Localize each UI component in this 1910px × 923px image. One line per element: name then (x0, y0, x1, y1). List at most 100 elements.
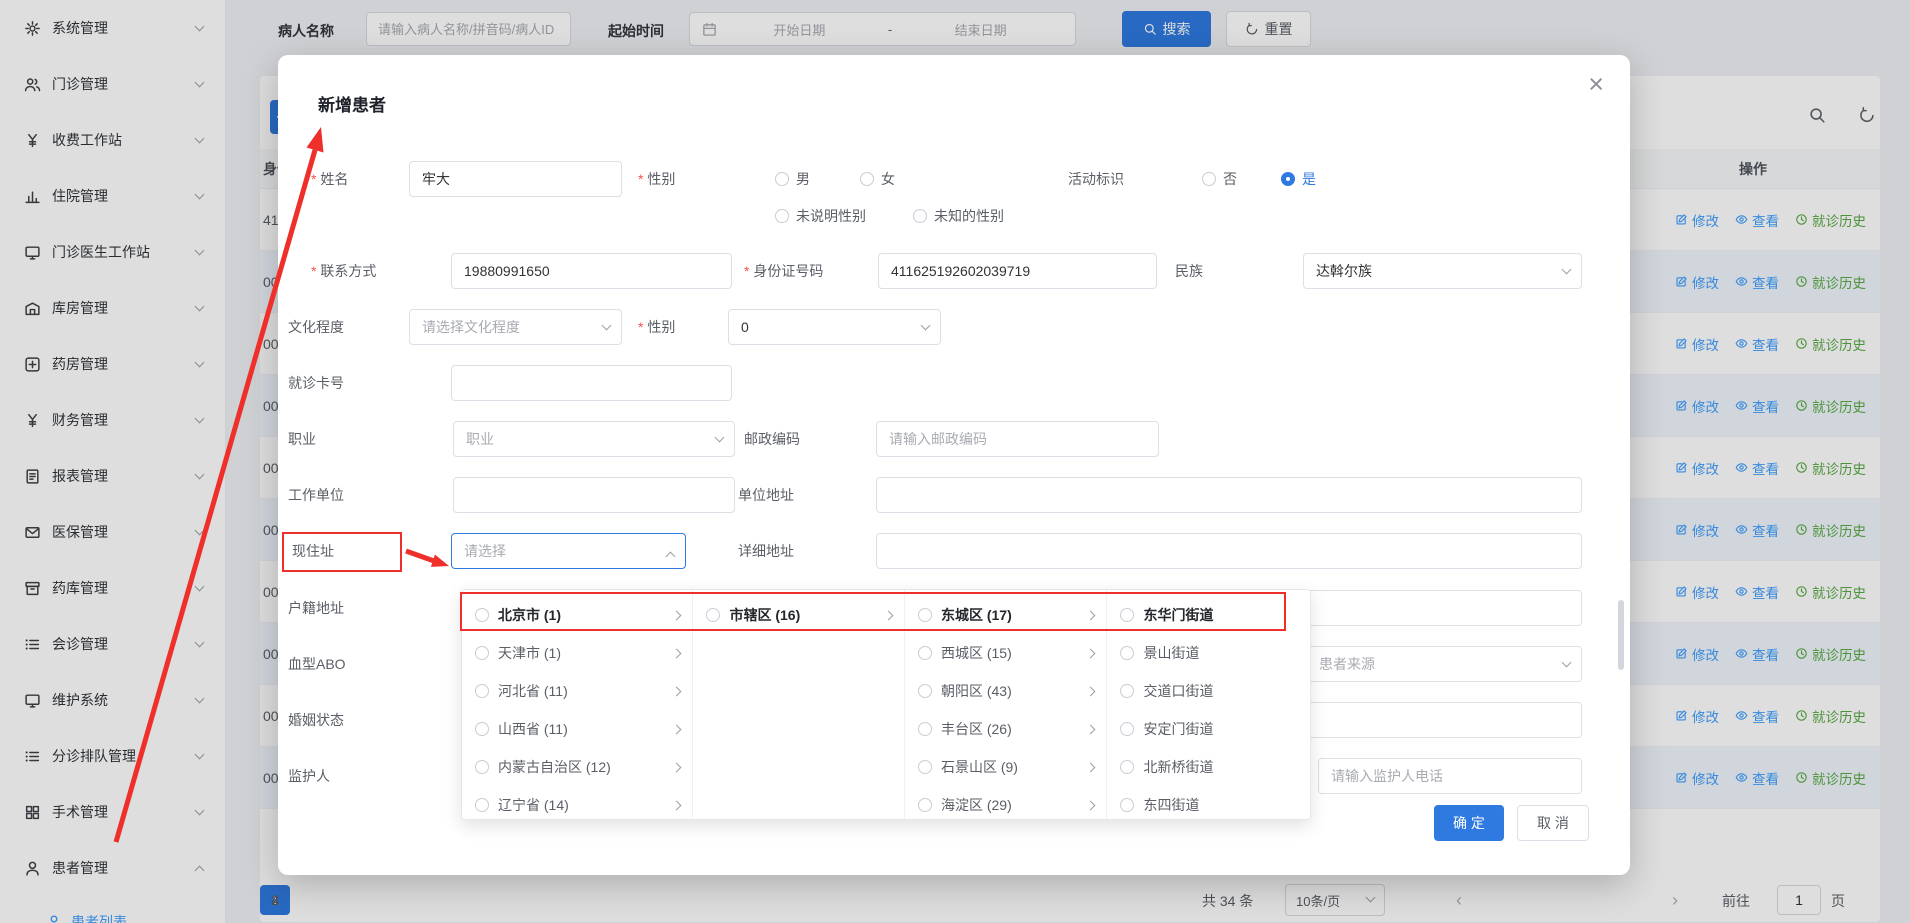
cascader-option-street[interactable]: 东华门街道 (1107, 596, 1310, 634)
radio-icon[interactable] (1120, 608, 1134, 622)
marital-label: 婚姻状态 (288, 710, 344, 730)
cascader-option-street[interactable]: 东四街道 (1107, 786, 1310, 819)
name-input[interactable] (409, 161, 622, 197)
radio-icon[interactable] (918, 722, 932, 736)
radio-icon (860, 172, 874, 186)
active-flag-radio-no[interactable]: 否 (1202, 168, 1237, 190)
chevron-right-icon (884, 610, 894, 620)
radio-icon[interactable] (918, 646, 932, 660)
cascader-city-column: 市辖区 (16) (693, 590, 905, 819)
cascader-option-district[interactable]: 丰台区 (26) (905, 710, 1107, 748)
cascader-option-district[interactable]: 石景山区 (9) (905, 748, 1107, 786)
radio-checked-icon (1281, 172, 1295, 186)
unit-address-input[interactable] (876, 477, 1582, 513)
cascader-option-province[interactable]: 内蒙古自治区 (12) (462, 748, 692, 786)
cascader-option-street[interactable]: 景山街道 (1107, 634, 1310, 672)
cascader-option-street[interactable]: 安定门街道 (1107, 710, 1310, 748)
radio-icon[interactable] (475, 684, 489, 698)
household-address-label: 户籍地址 (288, 598, 344, 618)
current-address-cascader[interactable]: 请选择 (451, 533, 686, 569)
gender-radio-male[interactable]: 男 (775, 168, 810, 190)
confirm-button[interactable]: 确 定 (1434, 805, 1504, 841)
close-icon[interactable]: × (1588, 69, 1604, 99)
gender-radio-unknown[interactable]: 未知的性别 (913, 205, 1004, 227)
modal-title: 新增患者 (318, 91, 386, 116)
chevron-right-icon (1086, 610, 1096, 620)
gender-radio-female[interactable]: 女 (860, 168, 895, 190)
cascader-street-column: 东华门街道 景山街道 交道口街道 安定门街道 (1107, 590, 1310, 819)
current-address-label: 现住址 (292, 541, 334, 561)
card-no-label: 就诊卡号 (288, 373, 344, 393)
chevron-right-icon (1086, 686, 1096, 696)
guardian-phone-input[interactable] (1318, 758, 1582, 794)
modal-scrollbar[interactable] (1618, 600, 1624, 670)
contact-label: 联系方式 (311, 261, 376, 281)
cascader-option-province[interactable]: 河北省 (11) (462, 672, 692, 710)
gender-radio-unstated[interactable]: 未说明性别 (775, 205, 866, 227)
cascader-option-province[interactable]: 天津市 (1) (462, 634, 692, 672)
cascader-option-district[interactable]: 海淀区 (29) (905, 786, 1107, 819)
chevron-right-icon (1086, 800, 1096, 810)
education-select[interactable]: 请选择文化程度 (409, 309, 622, 345)
radio-icon[interactable] (918, 608, 932, 622)
detail-address-input[interactable] (876, 533, 1582, 569)
cascader-option-province[interactable]: 北京市 (1) (462, 596, 692, 634)
active-flag-radio-yes[interactable]: 是 (1281, 168, 1316, 190)
chevron-right-icon (1086, 762, 1096, 772)
chevron-up-icon (666, 552, 676, 562)
gender-label: 性别 (638, 169, 675, 189)
education-label: 文化程度 (288, 317, 344, 337)
cascader-option-street[interactable]: 交道口街道 (1107, 672, 1310, 710)
postcode-label: 邮政编码 (744, 429, 800, 449)
id-number-label: 身份证号码 (744, 261, 823, 281)
patient-source-select[interactable]: 患者来源 (1306, 646, 1582, 682)
radio-icon[interactable] (475, 608, 489, 622)
radio-icon[interactable] (475, 646, 489, 660)
gender2-select[interactable]: 0 (728, 309, 941, 345)
active-flag-label: 活动标识 (1068, 169, 1124, 189)
guardian-label: 监护人 (288, 766, 330, 786)
radio-icon[interactable] (918, 760, 932, 774)
chevron-down-icon (921, 321, 931, 331)
radio-icon[interactable] (706, 608, 720, 622)
chevron-right-icon (672, 724, 682, 734)
cascader-option-district[interactable]: 东城区 (17) (905, 596, 1107, 634)
cascader-option-street[interactable]: 北新桥街道 (1107, 748, 1310, 786)
card-no-input[interactable] (451, 365, 732, 401)
radio-icon[interactable] (475, 798, 489, 812)
cascader-option-province[interactable]: 山西省 (11) (462, 710, 692, 748)
work-unit-input[interactable] (453, 477, 735, 513)
unit-address-label: 单位地址 (738, 485, 794, 505)
postcode-input[interactable] (876, 421, 1159, 457)
cascader-option-city[interactable]: 市辖区 (16) (693, 596, 904, 634)
radio-icon[interactable] (918, 684, 932, 698)
nation-label: 民族 (1175, 261, 1203, 281)
radio-icon[interactable] (475, 760, 489, 774)
chevron-right-icon (672, 686, 682, 696)
id-number-input[interactable] (878, 253, 1157, 289)
chevron-right-icon (672, 762, 682, 772)
occupation-label: 职业 (288, 429, 316, 449)
detail-address-label: 详细地址 (738, 541, 794, 561)
radio-icon[interactable] (475, 722, 489, 736)
cascader-panel: 北京市 (1) 天津市 (1) 河北省 (11) (461, 589, 1311, 820)
chevron-down-icon (715, 433, 725, 443)
nation-select[interactable]: 达斡尔族 (1303, 253, 1582, 289)
cascader-option-district[interactable]: 朝阳区 (43) (905, 672, 1107, 710)
cascader-option-district[interactable]: 西城区 (15) (905, 634, 1107, 672)
radio-icon (1202, 172, 1216, 186)
cascader-district-column: 东城区 (17) 西城区 (15) 朝阳区 (43) (905, 590, 1108, 819)
radio-icon[interactable] (1120, 646, 1134, 660)
chevron-down-icon (602, 321, 612, 331)
radio-icon[interactable] (1120, 798, 1134, 812)
radio-icon[interactable] (1120, 760, 1134, 774)
cancel-button[interactable]: 取 消 (1517, 805, 1589, 841)
cascader-option-province[interactable]: 辽宁省 (14) (462, 786, 692, 819)
add-patient-modal: 新增患者 × 姓名 性别 男 女 活动标识 否 是 未说明性别 未知的性别 联系… (278, 55, 1630, 875)
radio-icon[interactable] (1120, 722, 1134, 736)
radio-icon[interactable] (918, 798, 932, 812)
radio-icon (775, 172, 789, 186)
contact-input[interactable] (451, 253, 732, 289)
occupation-select[interactable]: 职业 (453, 421, 735, 457)
radio-icon[interactable] (1120, 684, 1134, 698)
